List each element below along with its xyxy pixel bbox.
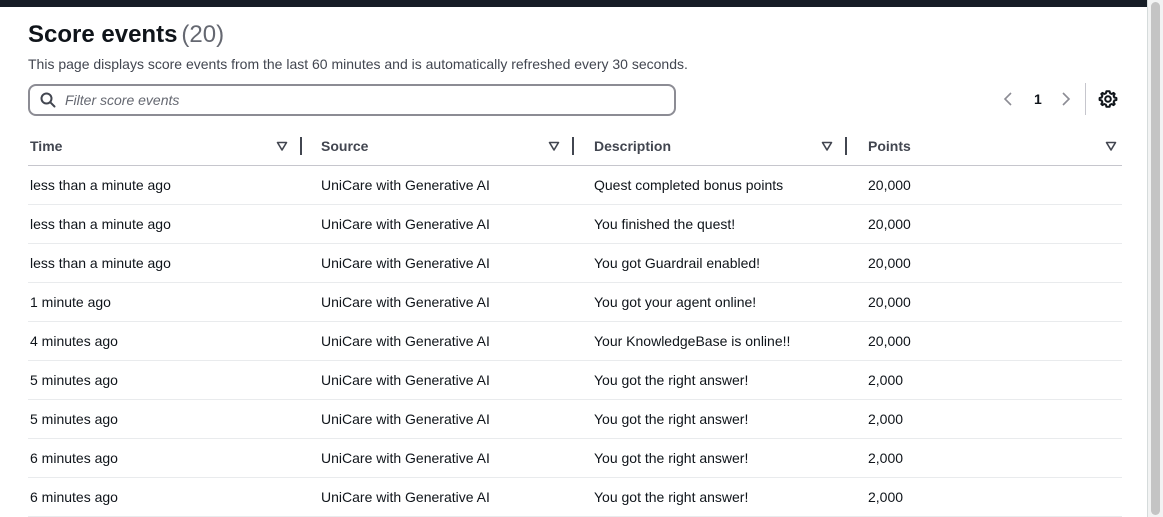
cell-source: UniCare with Generative AI: [319, 282, 592, 322]
cell-time: 5 minutes ago: [28, 399, 319, 439]
table-row: 6 minutes ago UniCare with Generative AI…: [28, 477, 1122, 517]
gear-icon[interactable]: [1098, 89, 1118, 109]
cell-points: 2,000: [866, 360, 1122, 400]
cell-source: UniCare with Generative AI: [319, 438, 592, 478]
table-row: 5 minutes ago UniCare with Generative AI…: [28, 360, 1122, 400]
table-row: less than a minute ago UniCare with Gene…: [28, 165, 1122, 205]
caret-down-icon[interactable]: [1105, 140, 1117, 152]
cell-source: UniCare with Generative AI: [319, 360, 592, 400]
cell-source: UniCare with Generative AI: [319, 165, 592, 205]
cell-time: less than a minute ago: [28, 243, 319, 283]
column-resizer[interactable]: [300, 137, 302, 155]
caret-down-icon[interactable]: [276, 140, 288, 152]
score-events-panel: Score events (20) This page displays scor…: [28, 7, 1122, 517]
table-row: 6 minutes ago UniCare with Generative AI…: [28, 438, 1122, 478]
cell-time: 4 minutes ago: [28, 321, 319, 361]
page-header: Score events (20): [28, 21, 224, 53]
cell-description: Your KnowledgeBase is online!!: [592, 321, 866, 361]
cell-time: 1 minute ago: [28, 282, 319, 322]
cell-description: You finished the quest!: [592, 204, 866, 244]
cell-time: 5 minutes ago: [28, 360, 319, 400]
cell-points: 20,000: [866, 243, 1122, 283]
column-header-time[interactable]: Time: [28, 127, 319, 166]
score-events-table: Time Source Description Points less than…: [28, 127, 1122, 517]
top-navigation-bar: [0, 0, 1147, 7]
cell-time: 6 minutes ago: [28, 477, 319, 517]
chevron-left-icon[interactable]: [998, 89, 1018, 109]
pagination-divider: [1085, 83, 1086, 115]
cell-points: 20,000: [866, 321, 1122, 361]
cell-source: UniCare with Generative AI: [319, 321, 592, 361]
chevron-right-icon[interactable]: [1056, 89, 1076, 109]
cell-points: 2,000: [866, 477, 1122, 517]
cell-time: less than a minute ago: [28, 165, 319, 205]
cell-description: You got the right answer!: [592, 360, 866, 400]
cell-source: UniCare with Generative AI: [319, 477, 592, 517]
column-resizer[interactable]: [572, 137, 574, 155]
cell-points: 20,000: [866, 282, 1122, 322]
filter-input[interactable]: [65, 86, 665, 114]
cell-source: UniCare with Generative AI: [319, 243, 592, 283]
column-header-points[interactable]: Points: [866, 127, 1122, 166]
search-icon: [40, 92, 56, 108]
cell-description: You got Guardrail enabled!: [592, 243, 866, 283]
column-header-description[interactable]: Description: [592, 127, 866, 166]
cell-points: 20,000: [866, 165, 1122, 205]
page-description: This page displays score events from the…: [28, 56, 688, 72]
cell-description: Quest completed bonus points: [592, 165, 866, 205]
vertical-scrollbar[interactable]: [1147, 0, 1163, 517]
table-row: 5 minutes ago UniCare with Generative AI…: [28, 399, 1122, 439]
column-label: Points: [868, 138, 911, 154]
column-label: Time: [30, 138, 63, 154]
cell-time: less than a minute ago: [28, 204, 319, 244]
cell-time: 6 minutes ago: [28, 438, 319, 478]
column-header-source[interactable]: Source: [319, 127, 592, 166]
table-row: 1 minute ago UniCare with Generative AI …: [28, 282, 1122, 322]
table-header-row: Time Source Description Points: [28, 127, 1122, 166]
cell-points: 20,000: [866, 204, 1122, 244]
cell-source: UniCare with Generative AI: [319, 399, 592, 439]
table-row: less than a minute ago UniCare with Gene…: [28, 243, 1122, 283]
table-row: 4 minutes ago UniCare with Generative AI…: [28, 321, 1122, 361]
event-count: (20): [181, 21, 225, 48]
page-number-button[interactable]: 1: [1034, 91, 1042, 107]
cell-points: 2,000: [866, 438, 1122, 478]
cell-description: You got the right answer!: [592, 438, 866, 478]
column-resizer[interactable]: [845, 137, 847, 155]
cell-description: You got the right answer!: [592, 399, 866, 439]
caret-down-icon[interactable]: [821, 140, 833, 152]
pagination: 1: [998, 83, 1124, 115]
page-title: Score events: [28, 21, 178, 48]
column-label: Source: [321, 138, 369, 154]
column-label: Description: [594, 138, 672, 154]
caret-down-icon[interactable]: [548, 140, 560, 152]
filter-field[interactable]: [28, 84, 676, 116]
cell-description: You got the right answer!: [592, 477, 866, 517]
scrollbar-thumb[interactable]: [1151, 2, 1160, 515]
cell-source: UniCare with Generative AI: [319, 204, 592, 244]
cell-description: You got your agent online!: [592, 282, 866, 322]
table-row: less than a minute ago UniCare with Gene…: [28, 204, 1122, 244]
cell-points: 2,000: [866, 399, 1122, 439]
